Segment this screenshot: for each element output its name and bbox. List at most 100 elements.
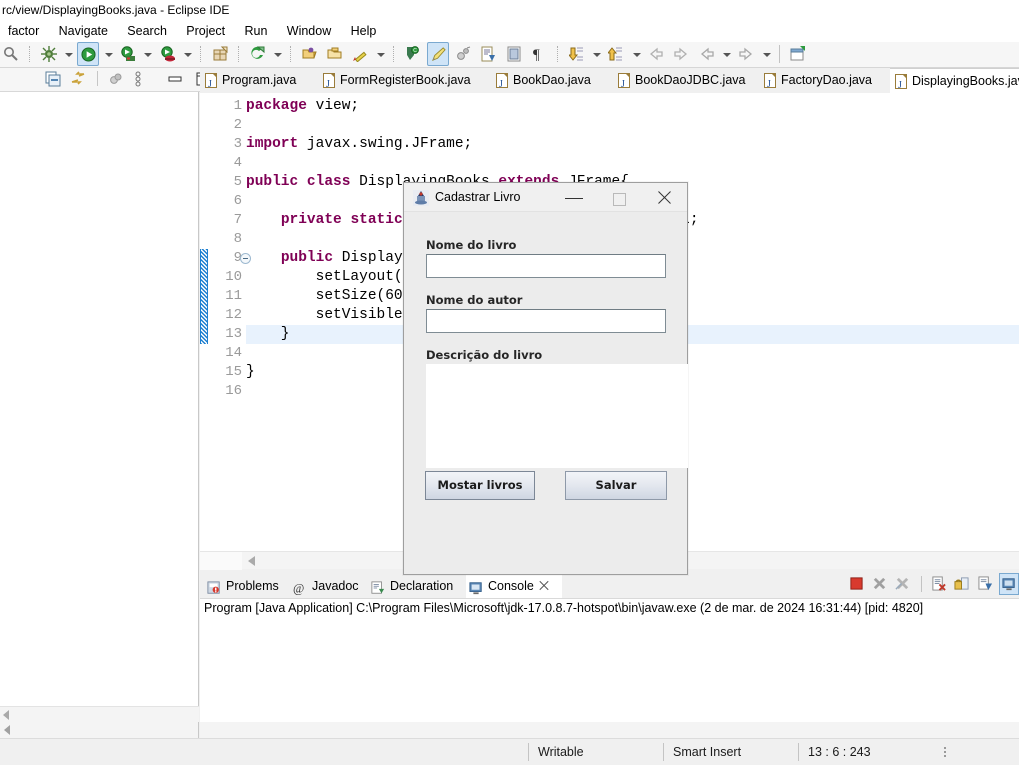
back-icon[interactable] (696, 42, 718, 66)
debug-dropdown-arrow[interactable] (63, 42, 74, 66)
editor-tab-factorydao-java[interactable]: FactoryDao.java (759, 68, 890, 97)
dialog-close-button[interactable] (642, 183, 687, 212)
book-name-input[interactable] (426, 254, 666, 278)
scroll-left-arrow-icon[interactable] (248, 556, 255, 566)
show-whitespace-icon[interactable]: ¶ (528, 42, 550, 66)
svg-text:¶: ¶ (533, 47, 540, 62)
collapse-all-icon[interactable] (42, 68, 64, 90)
code-line[interactable]: } (246, 363, 255, 382)
console-tab-console[interactable]: Console (466, 574, 562, 598)
menu-item-factor[interactable]: factor (0, 20, 47, 42)
search-icon[interactable] (0, 42, 22, 66)
forward-icon[interactable] (735, 42, 757, 66)
forward-dropdown-arrow[interactable] (761, 42, 772, 66)
focus-active-task-icon[interactable] (105, 68, 127, 90)
next-edit-location-icon[interactable] (670, 42, 692, 66)
remove-launch-icon[interactable] (870, 573, 890, 595)
next-annotation-icon[interactable] (566, 42, 588, 66)
external-tools-icon[interactable] (246, 42, 268, 66)
scrollbar-corner (200, 552, 242, 570)
editor-tab-label: FormRegisterBook.java (340, 73, 471, 87)
dialog-title-bar[interactable]: Cadastrar Livro (404, 183, 687, 212)
console-tab-problems[interactable]: Problems (204, 574, 290, 598)
open-declaration-icon[interactable] (477, 42, 499, 66)
external-tools-dropdown-arrow[interactable] (272, 42, 283, 66)
dialog-minimize-button[interactable] (552, 183, 597, 212)
editor-tab-program-java[interactable]: Program.java (200, 68, 318, 97)
skip-breakpoints-dropdown-arrow[interactable] (375, 42, 386, 66)
menu-item-search[interactable]: Search (119, 20, 175, 42)
cadastrar-livro-dialog[interactable]: Cadastrar Livro Nome do livro Nome do au… (403, 182, 688, 575)
remove-all-terminated-icon[interactable] (893, 573, 913, 595)
left-panel-bottom-scrollbar[interactable] (0, 722, 199, 738)
toggle-block-selection-icon[interactable] (503, 42, 525, 66)
run-as-dropdown-arrow[interactable] (142, 42, 153, 66)
debug-icon[interactable] (38, 42, 60, 66)
scroll-left-arrow-icon[interactable] (4, 725, 10, 735)
scroll-lock-icon[interactable] (952, 573, 972, 595)
explorer-horizontal-scrollbar[interactable] (0, 706, 199, 722)
editor-tab-bookdao-java[interactable]: BookDao.java (491, 68, 613, 97)
line-number: 5 (233, 174, 242, 190)
status-resize-handle[interactable] (944, 747, 947, 758)
run-as-server-icon[interactable] (117, 42, 139, 66)
open-task-icon[interactable] (324, 42, 346, 66)
code-line[interactable]: import javax.swing.JFrame; (246, 135, 472, 154)
previous-edit-location-icon[interactable] (645, 42, 667, 66)
scroll-left-arrow-icon[interactable] (3, 710, 9, 720)
run-icon[interactable] (77, 42, 100, 66)
menu-item-navigate[interactable]: Navigate (51, 20, 116, 42)
console-output-line: Program [Java Application] C:\Program Fi… (204, 601, 924, 615)
stop-icon[interactable] (847, 573, 867, 595)
close-icon[interactable] (538, 580, 550, 592)
run-dropdown-arrow[interactable] (103, 42, 114, 66)
line-number: 11 (225, 288, 242, 304)
skip-breakpoints-icon[interactable] (349, 42, 371, 66)
menu-item-help[interactable]: Help (343, 20, 385, 42)
editor-tab-formregisterbook-java[interactable]: FormRegisterBook.java (318, 68, 491, 97)
dialog-maximize-button[interactable] (597, 183, 642, 212)
show-console-when-output-icon[interactable] (976, 573, 996, 595)
view-menu-icon[interactable] (130, 68, 152, 90)
open-console-icon[interactable] (999, 573, 1019, 595)
console-tab-declaration[interactable]: Declaration (368, 574, 466, 598)
pencil-icon[interactable] (426, 42, 449, 66)
console-tab-javadoc[interactable]: @ Javadoc (290, 574, 368, 598)
next-annotation-dropdown-arrow[interactable] (591, 42, 602, 66)
open-type-icon[interactable] (299, 42, 321, 66)
main-toolbar: C ¶ (0, 42, 1019, 68)
minimize-icon[interactable] (164, 68, 186, 90)
toolbar-separator (553, 42, 562, 66)
coverage-dropdown-arrow[interactable] (182, 42, 193, 66)
console-toolbar (847, 573, 1019, 597)
menu-item-window[interactable]: Window (279, 20, 339, 42)
mostar-livros-button[interactable]: Mostar livros (425, 471, 535, 500)
editor-tab-label: FactoryDao.java (781, 73, 873, 87)
menu-item-project[interactable]: Project (178, 20, 233, 42)
editor-tab-displayingbooks-java[interactable]: DisplayingBooks.java (890, 68, 1019, 98)
package-explorer-panel[interactable] (0, 92, 199, 722)
java-perspective-icon[interactable]: C (401, 42, 423, 66)
previous-annotation-icon[interactable] (605, 42, 627, 66)
editor-tab-bookdaojdbc-java[interactable]: BookDaoJDBC.java (613, 68, 759, 97)
author-name-input[interactable] (426, 309, 666, 333)
java-file-icon (205, 72, 217, 97)
toolbar-separator (196, 42, 205, 66)
back-dropdown-arrow[interactable] (721, 42, 732, 66)
link-with-editor-icon[interactable] (67, 68, 89, 90)
clear-console-icon[interactable] (929, 573, 949, 595)
salvar-button[interactable]: Salvar (565, 471, 667, 500)
coverage-icon[interactable] (157, 42, 179, 66)
console-output-area[interactable]: Program [Java Application] C:\Program Fi… (200, 598, 1019, 722)
profile-icon[interactable] (452, 42, 474, 66)
toolbar-separator (389, 42, 398, 66)
menu-item-run[interactable]: Run (237, 20, 276, 42)
javadoc-icon: @ (293, 579, 307, 595)
console-bottom-scrollbar[interactable] (200, 722, 1019, 738)
new-java-project-icon[interactable] (787, 42, 809, 66)
previous-annotation-dropdown-arrow[interactable] (631, 42, 642, 66)
book-description-textarea[interactable] (426, 364, 688, 468)
code-line[interactable]: package view; (246, 97, 359, 116)
line-number: 16 (225, 383, 242, 399)
new-package-icon[interactable] (209, 42, 231, 66)
